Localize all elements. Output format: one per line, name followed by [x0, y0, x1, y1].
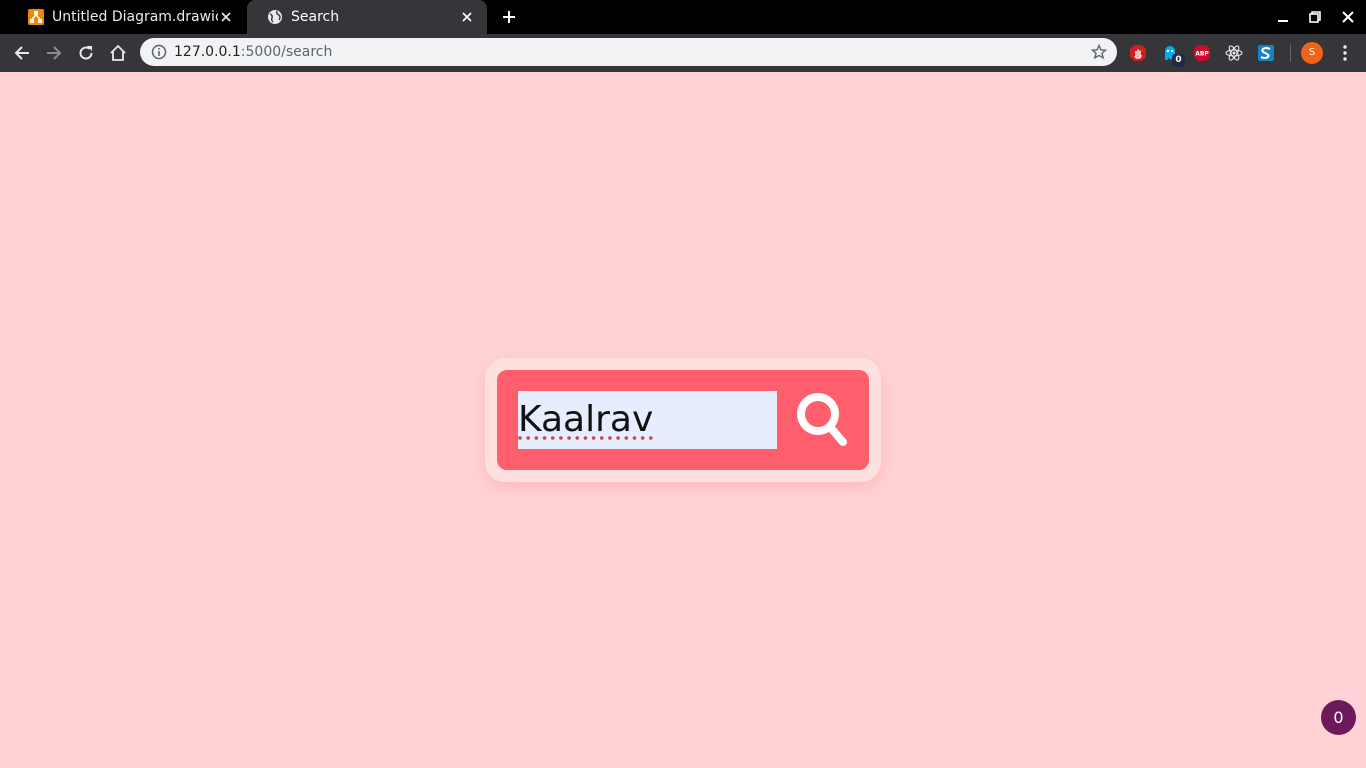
reload-icon — [79, 46, 93, 60]
plus-icon — [503, 11, 515, 23]
svg-text:ABP: ABP — [1195, 51, 1209, 58]
browser-menu-button[interactable] — [1335, 43, 1355, 63]
forward-arrow-icon — [47, 46, 62, 60]
address-bar[interactable]: 127.0.0.1:5000/search — [140, 38, 1117, 66]
floating-count-badge[interactable]: 0 — [1321, 700, 1356, 735]
minimize-icon — [1278, 20, 1288, 22]
tab-title: Untitled Diagram.drawio — [52, 9, 218, 25]
globe-icon — [267, 9, 283, 25]
tab-search[interactable]: Search — [247, 0, 487, 34]
restore-button[interactable] — [1305, 7, 1325, 27]
new-tab-button[interactable] — [499, 7, 519, 27]
url-text[interactable]: 127.0.0.1:5000/search — [174, 44, 332, 60]
info-icon[interactable] — [151, 44, 167, 60]
browser-toolbar: 127.0.0.1:5000/search 0 ABP S — [0, 34, 1366, 72]
bookmark-star-icon[interactable] — [1091, 44, 1107, 60]
kebab-menu-icon — [1343, 45, 1347, 61]
tab-untitled-diagram[interactable]: Untitled Diagram.drawio — [8, 0, 246, 34]
search-input[interactable] — [518, 391, 777, 449]
close-window-button[interactable] — [1338, 7, 1358, 27]
profile-avatar[interactable]: S — [1301, 42, 1323, 64]
magnifier-icon — [797, 393, 847, 446]
close-icon[interactable] — [459, 9, 475, 25]
drawio-icon — [28, 9, 44, 25]
toolbar-separator — [1290, 44, 1291, 62]
home-icon — [110, 44, 126, 61]
tab-title: Search — [291, 9, 340, 25]
react-devtools-icon[interactable] — [1224, 43, 1244, 63]
stop-hand-icon[interactable] — [1128, 43, 1148, 63]
s-extension-icon[interactable] — [1256, 43, 1276, 63]
minimize-button[interactable] — [1273, 7, 1293, 27]
search-button[interactable] — [792, 390, 852, 450]
reload-button[interactable] — [74, 41, 98, 65]
close-icon — [1342, 11, 1354, 23]
forward-button[interactable] — [42, 41, 66, 65]
home-button[interactable] — [106, 41, 130, 65]
close-icon[interactable] — [218, 9, 234, 25]
back-arrow-icon — [14, 46, 29, 60]
restore-icon — [1309, 11, 1321, 23]
extension-badge-count: 0 — [1172, 54, 1185, 67]
adblock-plus-icon[interactable]: ABP — [1192, 43, 1212, 63]
back-button[interactable] — [10, 41, 34, 65]
tab-strip: Untitled Diagram.drawio Search — [0, 0, 1366, 34]
